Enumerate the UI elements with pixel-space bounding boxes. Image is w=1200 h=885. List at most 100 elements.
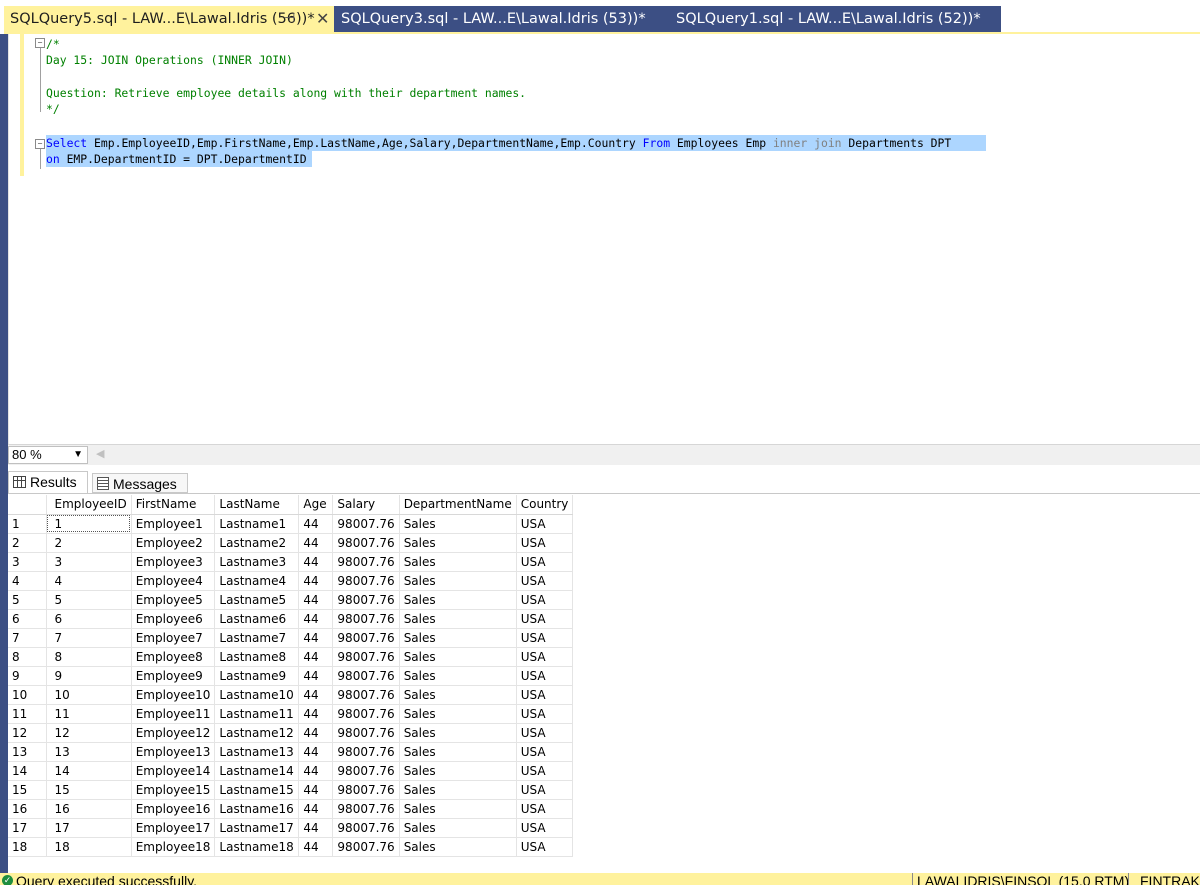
cell-salary[interactable]: 98007.76 [332, 742, 400, 762]
fold-toggle-icon[interactable]: − [35, 139, 45, 149]
row-number[interactable]: 16 [8, 799, 47, 819]
cell-department-name[interactable]: Sales [399, 514, 517, 534]
cell-first-name[interactable]: Employee18 [131, 837, 216, 857]
cell-first-name[interactable]: Employee13 [131, 742, 216, 762]
cell-employee-id[interactable]: 10 [46, 685, 132, 705]
cell-last-name[interactable]: Lastname14 [214, 761, 300, 781]
cell-first-name[interactable]: Employee4 [131, 571, 216, 591]
cell-last-name[interactable]: Lastname13 [214, 742, 300, 762]
cell-first-name[interactable]: Employee11 [131, 704, 216, 724]
cell-department-name[interactable]: Sales [399, 647, 517, 667]
cell-country[interactable]: USA [516, 799, 574, 819]
cell-employee-id[interactable]: 17 [46, 818, 132, 838]
cell-first-name[interactable]: Employee15 [131, 780, 216, 800]
row-number[interactable]: 2 [8, 533, 47, 553]
cell-age[interactable]: 44 [298, 533, 334, 553]
table-row[interactable]: 6 6 Employee6 Lastname6 44 98007.76 Sales USA [8, 609, 574, 629]
cell-department-name[interactable]: Sales [399, 799, 517, 819]
column-header[interactable]: DepartmentName [399, 495, 517, 515]
cell-salary[interactable]: 98007.76 [332, 818, 400, 838]
close-icon[interactable]: ✕ [316, 6, 329, 32]
cell-country[interactable]: USA [516, 552, 574, 572]
zoom-select[interactable]: 80 % ▼ [8, 446, 88, 464]
cell-age[interactable]: 44 [298, 799, 334, 819]
cell-employee-id[interactable]: 15 [46, 780, 132, 800]
row-number-header[interactable] [8, 495, 47, 515]
query-editor[interactable]: − − /* Day 15: JOIN Operations (INNER JO… [8, 34, 1200, 444]
cell-last-name[interactable]: Lastname17 [214, 818, 300, 838]
cell-salary[interactable]: 98007.76 [332, 685, 400, 705]
row-number[interactable]: 14 [8, 761, 47, 781]
cell-age[interactable]: 44 [298, 837, 334, 857]
table-row[interactable]: 1 1 Employee1 Lastname1 44 98007.76 Sales USA [8, 514, 574, 534]
scroll-left-icon[interactable]: ◀ [96, 447, 104, 460]
table-row[interactable]: 9 9 Employee9 Lastname9 44 98007.76 Sales USA [8, 666, 574, 686]
cell-department-name[interactable]: Sales [399, 685, 517, 705]
cell-first-name[interactable]: Employee17 [131, 818, 216, 838]
cell-last-name[interactable]: Lastname10 [214, 685, 300, 705]
cell-department-name[interactable]: Sales [399, 609, 517, 629]
tab-results[interactable]: Results [8, 471, 88, 493]
row-number[interactable]: 9 [8, 666, 47, 686]
cell-age[interactable]: 44 [298, 628, 334, 648]
cell-department-name[interactable]: Sales [399, 666, 517, 686]
cell-age[interactable]: 44 [298, 685, 334, 705]
cell-first-name[interactable]: Employee12 [131, 723, 216, 743]
column-header[interactable]: LastName [214, 495, 300, 515]
row-number[interactable]: 12 [8, 723, 47, 743]
cell-age[interactable]: 44 [298, 609, 334, 629]
row-number[interactable]: 18 [8, 837, 47, 857]
cell-age[interactable]: 44 [298, 590, 334, 610]
cell-country[interactable]: USA [516, 761, 574, 781]
cell-country[interactable]: USA [516, 685, 574, 705]
table-row[interactable]: 11 11 Employee11 Lastname11 44 98007.76 Sales U… [8, 704, 574, 724]
row-number[interactable]: 1 [8, 514, 47, 534]
cell-salary[interactable]: 98007.76 [332, 666, 400, 686]
cell-salary[interactable]: 98007.76 [332, 799, 400, 819]
cell-department-name[interactable]: Sales [399, 780, 517, 800]
row-number[interactable]: 8 [8, 647, 47, 667]
row-number[interactable]: 6 [8, 609, 47, 629]
table-row[interactable]: 14 14 Employee14 Lastname14 44 98007.76 Sales U… [8, 761, 574, 781]
cell-country[interactable]: USA [516, 704, 574, 724]
results-grid[interactable]: EmployeeID FirstName LastName Age Salary… [8, 495, 574, 857]
row-number[interactable]: 17 [8, 818, 47, 838]
cell-department-name[interactable]: Sales [399, 742, 517, 762]
tab-sqlquery3[interactable]: SQLQuery3.sql - LAW...E\Lawal.Idris (53)… [334, 6, 664, 32]
cell-department-name[interactable]: Sales [399, 533, 517, 553]
cell-first-name[interactable]: Employee10 [131, 685, 216, 705]
cell-salary[interactable]: 98007.76 [332, 647, 400, 667]
table-row[interactable]: 16 16 Employee16 Lastname16 44 98007.76 Sales U… [8, 799, 574, 819]
tab-messages[interactable]: Messages [92, 473, 188, 493]
cell-salary[interactable]: 98007.76 [332, 571, 400, 591]
cell-department-name[interactable]: Sales [399, 704, 517, 724]
table-row[interactable]: 2 2 Employee2 Lastname2 44 98007.76 Sales USA [8, 533, 574, 553]
cell-last-name[interactable]: Lastname6 [214, 609, 300, 629]
cell-department-name[interactable]: Sales [399, 837, 517, 857]
cell-first-name[interactable]: Employee16 [131, 799, 216, 819]
cell-employee-id[interactable]: 16 [46, 799, 132, 819]
cell-employee-id[interactable]: 18 [46, 837, 132, 857]
column-header[interactable]: EmployeeID [46, 495, 132, 515]
cell-first-name[interactable]: Employee9 [131, 666, 216, 686]
cell-first-name[interactable]: Employee7 [131, 628, 216, 648]
cell-last-name[interactable]: Lastname2 [214, 533, 300, 553]
cell-department-name[interactable]: Sales [399, 818, 517, 838]
cell-last-name[interactable]: Lastname12 [214, 723, 300, 743]
row-number[interactable]: 3 [8, 552, 47, 572]
cell-last-name[interactable]: Lastname3 [214, 552, 300, 572]
cell-first-name[interactable]: Employee6 [131, 609, 216, 629]
cell-country[interactable]: USA [516, 742, 574, 762]
cell-employee-id[interactable]: 14 [46, 761, 132, 781]
cell-country[interactable]: USA [516, 533, 574, 553]
cell-salary[interactable]: 98007.76 [332, 590, 400, 610]
cell-first-name[interactable]: Employee2 [131, 533, 216, 553]
table-row[interactable]: 7 7 Employee7 Lastname7 44 98007.76 Sales USA [8, 628, 574, 648]
row-number[interactable]: 13 [8, 742, 47, 762]
row-number[interactable]: 15 [8, 780, 47, 800]
cell-country[interactable]: USA [516, 590, 574, 610]
cell-last-name[interactable]: Lastname1 [214, 514, 300, 534]
cell-department-name[interactable]: Sales [399, 571, 517, 591]
cell-salary[interactable]: 98007.76 [332, 628, 400, 648]
table-row[interactable]: 4 4 Employee4 Lastname4 44 98007.76 Sales USA [8, 571, 574, 591]
